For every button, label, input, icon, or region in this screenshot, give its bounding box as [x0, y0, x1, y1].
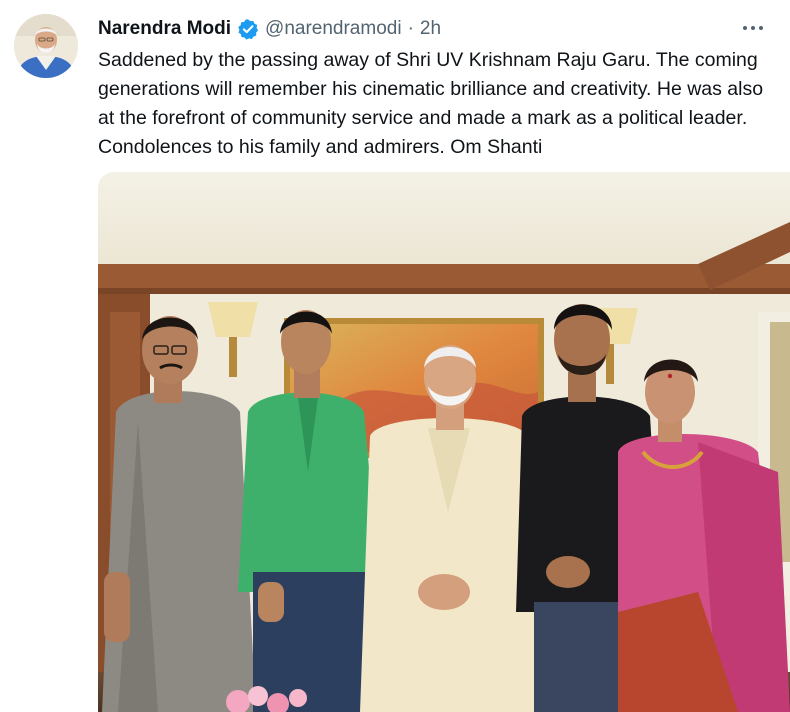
- separator-dot: ·: [407, 18, 414, 39]
- author-avatar[interactable]: [14, 14, 78, 78]
- verified-badge-icon: [237, 18, 259, 40]
- author-handle[interactable]: @narendramodi: [265, 18, 402, 40]
- more-options-icon[interactable]: [738, 18, 768, 38]
- tweet-timestamp[interactable]: 2h: [420, 18, 441, 40]
- tweet-text: Saddened by the passing away of Shri UV …: [98, 49, 764, 158]
- avatar-icon: [14, 14, 78, 78]
- author-display-name[interactable]: Narendra Modi: [98, 18, 231, 40]
- tweet-header: Narendra Modi @narendramodi · 2h: [98, 14, 441, 44]
- tweet-card[interactable]: Narendra Modi @narendramodi · 2h Saddene…: [0, 0, 790, 712]
- tweet-photo[interactable]: [98, 172, 790, 712]
- group-photo-image: [98, 172, 790, 712]
